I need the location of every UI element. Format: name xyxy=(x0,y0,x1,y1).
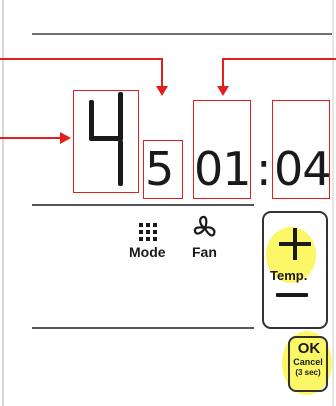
annotation-arrow-1-vertical xyxy=(161,58,163,88)
panel-edge-left xyxy=(2,0,4,406)
fan-icon[interactable] xyxy=(192,214,218,244)
annotation-arrow-3-horizontal xyxy=(0,137,62,139)
clock-separator: : xyxy=(256,142,272,196)
middle-divider xyxy=(32,204,254,206)
grid-icon[interactable] xyxy=(138,222,158,242)
bottom-divider xyxy=(32,327,254,329)
fan-button-label[interactable]: Fan xyxy=(192,244,217,260)
annotation-box-hours xyxy=(193,100,251,199)
annotation-arrow-1-horizontal xyxy=(0,58,162,60)
annotation-arrow-2-horizontal xyxy=(222,58,336,60)
arrow-down-icon xyxy=(156,86,168,96)
thermostat-panel: 5 01 : 04 Mode Fan Temp. OK Cancel (3 se… xyxy=(0,0,336,406)
annotation-box-minute-digit xyxy=(143,140,183,199)
cancel-label[interactable]: Cancel xyxy=(291,358,325,367)
arrow-right-icon xyxy=(60,132,71,144)
arrow-down-icon xyxy=(217,86,229,96)
ok-label[interactable]: OK xyxy=(293,341,325,356)
mode-button-label[interactable]: Mode xyxy=(129,244,166,260)
minus-icon[interactable] xyxy=(276,293,308,297)
plus-icon[interactable] xyxy=(273,222,317,266)
annotation-box-minutes xyxy=(272,100,330,199)
panel-edge-right xyxy=(332,0,334,406)
temp-label: Temp. xyxy=(270,268,308,283)
annotation-box-big-digit xyxy=(73,90,139,193)
annotation-arrow-2-vertical xyxy=(222,58,224,88)
top-divider xyxy=(32,33,332,35)
cancel-hint: (3 sec) xyxy=(295,368,321,377)
